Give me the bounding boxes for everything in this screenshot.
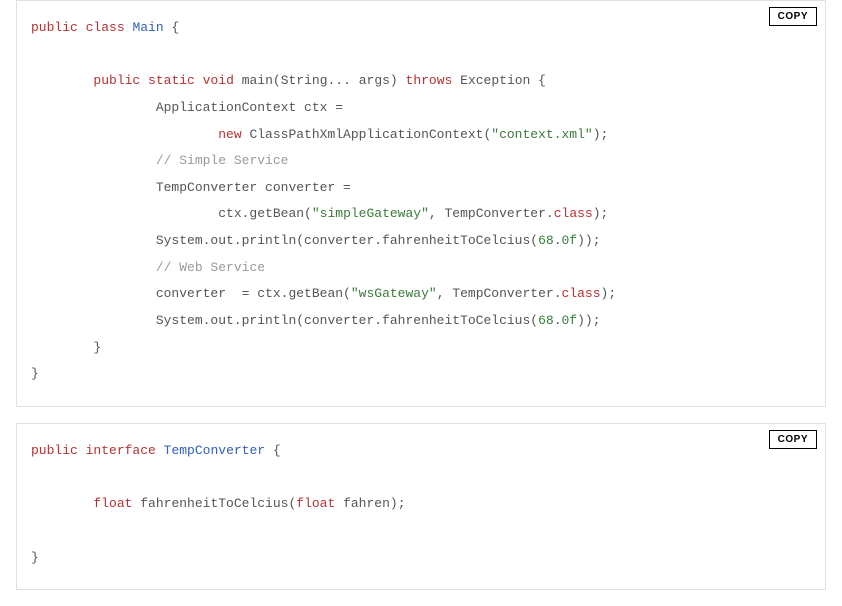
code-token bbox=[78, 20, 86, 35]
code-token: 68.0f bbox=[538, 313, 577, 328]
code-token: ); bbox=[593, 127, 609, 142]
code-token: void bbox=[203, 73, 234, 88]
code-token: { bbox=[164, 20, 180, 35]
code-token: , TempConverter. bbox=[437, 286, 562, 301]
code-token: converter = ctx.getBean( bbox=[31, 286, 351, 301]
code-content: public interface TempConverter { float f… bbox=[17, 424, 825, 589]
code-token bbox=[31, 73, 93, 88]
code-token: static bbox=[148, 73, 195, 88]
code-token: TempConverter converter = bbox=[31, 180, 351, 195]
code-token: TempConverter bbox=[164, 443, 265, 458]
code-token: 68.0f bbox=[538, 233, 577, 248]
code-token: System.out.println(converter.fahrenheitT… bbox=[31, 313, 538, 328]
code-token: { bbox=[265, 443, 281, 458]
code-token: )); bbox=[577, 313, 600, 328]
code-token: fahren); bbox=[335, 496, 405, 511]
code-token: class bbox=[562, 286, 601, 301]
code-token: Main bbox=[132, 20, 163, 35]
code-token: public bbox=[31, 20, 78, 35]
code-token: ClassPathXmlApplicationContext( bbox=[242, 127, 492, 142]
code-token bbox=[31, 260, 156, 275]
code-token: ApplicationContext ctx = bbox=[31, 100, 343, 115]
code-token: float bbox=[296, 496, 335, 511]
code-token: )); bbox=[577, 233, 600, 248]
code-token: public bbox=[93, 73, 140, 88]
code-token: class bbox=[86, 20, 125, 35]
code-token: "wsGateway" bbox=[351, 286, 437, 301]
code-token: } bbox=[31, 366, 39, 381]
code-token: float bbox=[93, 496, 132, 511]
code-token: System.out.println(converter.fahrenheitT… bbox=[31, 233, 538, 248]
code-block-main: COPY public class Main { public static v… bbox=[16, 0, 826, 407]
code-content: public class Main { public static void m… bbox=[17, 1, 825, 406]
code-token: ctx.getBean( bbox=[31, 206, 312, 221]
code-token: } bbox=[31, 550, 39, 565]
code-token: // Web Service bbox=[156, 260, 265, 275]
code-token: fahrenheitToCelcius( bbox=[132, 496, 296, 511]
code-token: } bbox=[31, 340, 101, 355]
code-token: // Simple Service bbox=[156, 153, 289, 168]
code-token bbox=[78, 443, 86, 458]
code-token bbox=[140, 73, 148, 88]
code-token: "context.xml" bbox=[491, 127, 592, 142]
code-token bbox=[156, 443, 164, 458]
code-token: , TempConverter. bbox=[429, 206, 554, 221]
code-token bbox=[31, 153, 156, 168]
code-token: Exception { bbox=[452, 73, 546, 88]
code-token: class bbox=[554, 206, 593, 221]
code-token: throws bbox=[406, 73, 453, 88]
code-token: public bbox=[31, 443, 78, 458]
copy-button[interactable]: COPY bbox=[769, 7, 817, 26]
code-token: ); bbox=[601, 286, 617, 301]
code-token bbox=[31, 127, 218, 142]
code-token: ); bbox=[593, 206, 609, 221]
code-token: "simpleGateway" bbox=[312, 206, 429, 221]
code-token bbox=[195, 73, 203, 88]
code-token bbox=[31, 496, 93, 511]
code-token: new bbox=[218, 127, 241, 142]
code-block-interface: COPY public interface TempConverter { fl… bbox=[16, 423, 826, 590]
copy-button[interactable]: COPY bbox=[769, 430, 817, 449]
code-token: interface bbox=[86, 443, 156, 458]
code-token: main(String... args) bbox=[234, 73, 406, 88]
